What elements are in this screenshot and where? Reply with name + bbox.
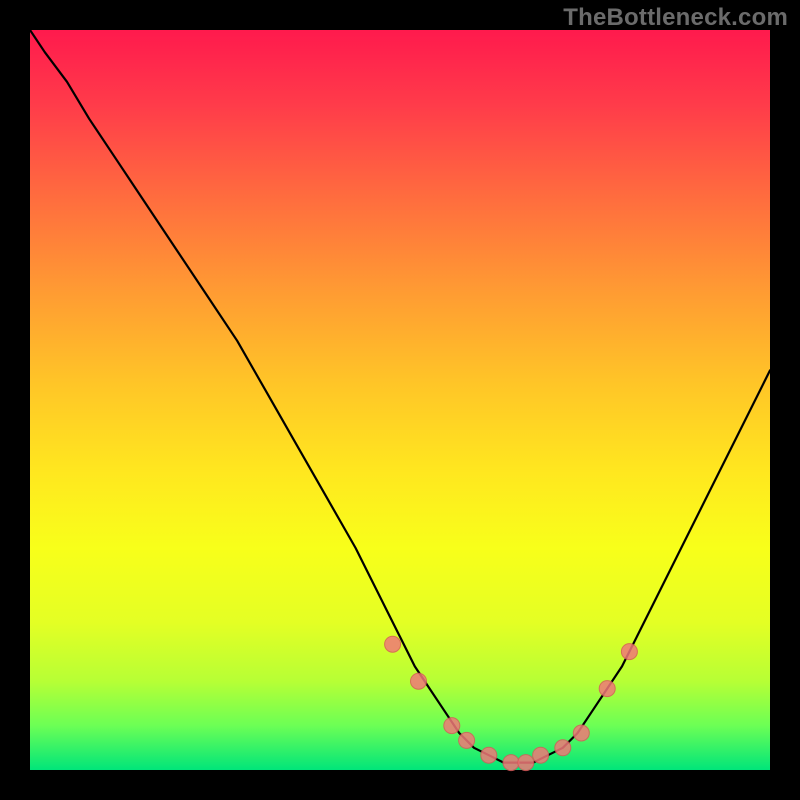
hotspot-marker (459, 732, 475, 748)
hotspot-marker (503, 755, 519, 771)
hotspot-marker (533, 747, 549, 763)
hotspot-marker (385, 636, 401, 652)
hotspot-marker (573, 725, 589, 741)
hotspot-marker (518, 755, 534, 771)
hotspot-marker (411, 673, 427, 689)
curve-layer (30, 30, 770, 770)
hotspot-marker (555, 740, 571, 756)
bottleneck-curve (30, 30, 770, 763)
watermark-label: TheBottleneck.com (563, 4, 788, 32)
plot-area (30, 30, 770, 770)
chart-frame: TheBottleneck.com (0, 0, 800, 800)
hotspot-marker (444, 718, 460, 734)
hotspot-marker (621, 644, 637, 660)
hotspot-marker (599, 681, 615, 697)
hotspot-marker (481, 747, 497, 763)
